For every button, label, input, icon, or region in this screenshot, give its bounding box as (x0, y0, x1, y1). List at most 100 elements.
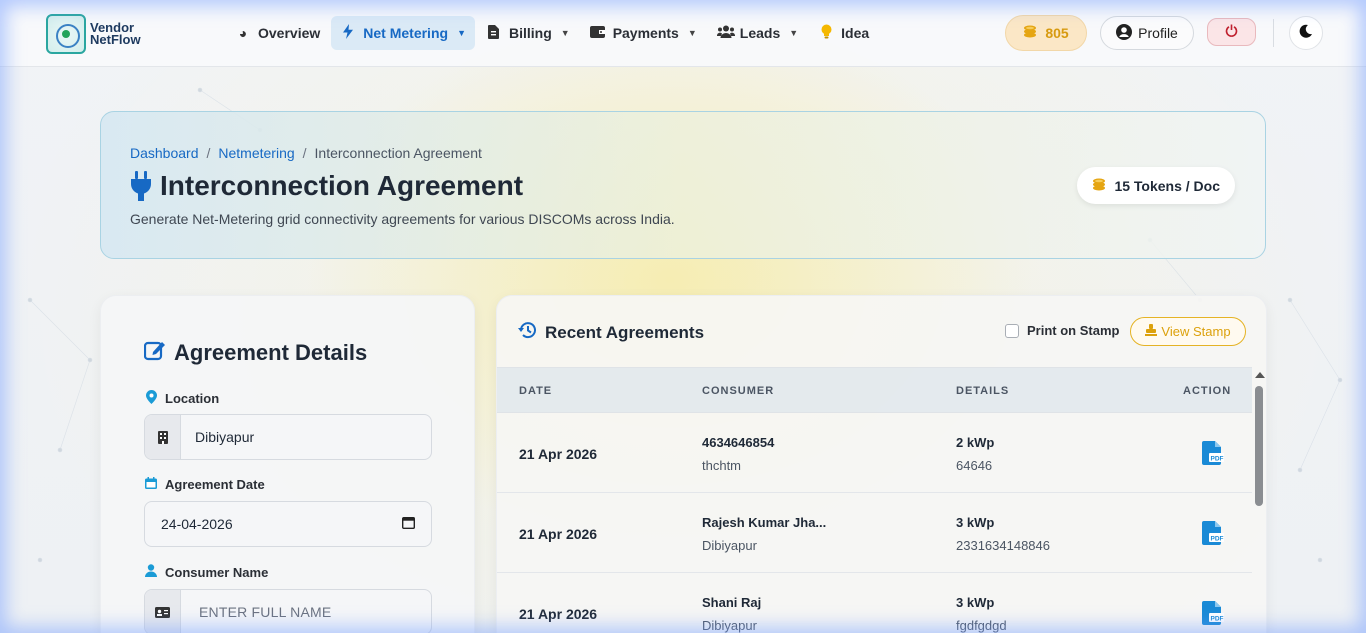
row-reference: 2331634148846 (956, 538, 1050, 553)
nav-idea[interactable]: Idea (809, 16, 878, 50)
agreement-details-card: Agreement Details Location Dibiyapur Agr… (100, 295, 475, 633)
print-on-stamp-toggle[interactable]: Print on Stamp (1005, 323, 1119, 338)
logout-button[interactable] (1207, 18, 1256, 46)
table-row: 21 Apr 2026 Shani Raj Dibiyapur 3 kWp fg… (497, 573, 1252, 633)
row-capacity: 2 kWp (956, 435, 995, 450)
top-navbar: Vendor NetFlow ◕ Overview Net Metering ▼… (0, 0, 1366, 67)
recent-agreements-title: Recent Agreements (518, 321, 704, 344)
print-on-stamp-label: Print on Stamp (1027, 323, 1120, 338)
column-header-date: DATE (519, 385, 553, 397)
nav-billing[interactable]: Billing ▼ (477, 16, 579, 50)
chevron-down-icon: ▼ (789, 28, 799, 38)
moon-icon (1299, 24, 1313, 42)
nav-divider (1273, 19, 1274, 47)
row-date: 21 Apr 2026 (519, 606, 598, 622)
coins-icon (1023, 25, 1037, 41)
id-card-icon (145, 590, 181, 633)
token-balance-badge[interactable]: 805 (1005, 15, 1087, 51)
consumer-name-field[interactable]: ENTER FULL NAME (144, 589, 432, 633)
coins-icon (1092, 178, 1106, 194)
row-capacity: 3 kWp (956, 515, 995, 530)
breadcrumb-current: Interconnection Agreement (314, 145, 482, 161)
row-reference: fgdfgdgd (956, 618, 1007, 633)
table-header: DATE CONSUMER DETAILS ACTION (497, 367, 1252, 413)
stamp-icon (1145, 324, 1158, 339)
nav-net-metering-label: Net Metering (363, 25, 449, 41)
pdf-download-button[interactable]: PDF (1202, 521, 1224, 550)
brand-logo-icon (46, 14, 86, 54)
token-balance-value: 805 (1045, 25, 1069, 41)
edit-icon (143, 339, 166, 367)
table-scrollbar[interactable] (1252, 367, 1266, 633)
building-icon (145, 415, 181, 459)
agreement-date-field[interactable]: 24-04-2026 (144, 501, 432, 547)
nav-idea-label: Idea (841, 25, 870, 41)
brand-line2: NetFlow (90, 32, 141, 47)
nav-overview[interactable]: ◕ Overview (226, 16, 329, 50)
row-consumer-name: 4634646854 (702, 435, 775, 450)
location-label: Location (145, 390, 219, 407)
power-icon (1225, 24, 1238, 40)
svg-text:PDF: PDF (1211, 616, 1224, 623)
breadcrumb: Dashboard / Netmetering / Interconnectio… (130, 145, 482, 161)
nav-payments-label: Payments (612, 25, 679, 41)
user-circle-icon (1116, 23, 1133, 43)
agreement-date-value: 24-04-2026 (161, 516, 233, 532)
consumer-name-label-text: Consumer Name (165, 564, 269, 580)
view-stamp-button[interactable]: View Stamp (1130, 317, 1246, 346)
svg-text:PDF: PDF (1211, 536, 1224, 543)
row-date: 21 Apr 2026 (519, 526, 598, 542)
file-pdf-icon: PDF (1202, 441, 1224, 469)
breadcrumb-netmetering[interactable]: Netmetering (218, 145, 294, 161)
brand-name: Vendor NetFlow (90, 21, 141, 47)
recent-agreements-card: Recent Agreements Print on Stamp View St… (496, 295, 1267, 633)
users-icon (716, 25, 735, 41)
scrollbar-thumb[interactable] (1255, 386, 1263, 506)
location-label-text: Location (165, 391, 220, 406)
nav-payments[interactable]: Payments ▼ (581, 16, 706, 50)
pdf-download-button[interactable]: PDF (1202, 441, 1224, 470)
main-nav: ◕ Overview Net Metering ▼ Billing ▼ Paym… (226, 16, 878, 50)
plug-icon (130, 171, 152, 201)
profile-button[interactable]: Profile (1100, 16, 1194, 50)
calendar-picker-icon[interactable] (401, 516, 416, 532)
chart-pie-icon: ◕ (238, 25, 248, 41)
breadcrumb-dashboard[interactable]: Dashboard (130, 145, 199, 161)
history-icon (518, 321, 537, 344)
chevron-down-icon: ▼ (457, 28, 466, 38)
row-reference: 64646 (956, 458, 993, 473)
chevron-down-icon: ▼ (687, 28, 697, 38)
nav-overview-label: Overview (258, 25, 321, 41)
pdf-download-button[interactable]: PDF (1202, 601, 1224, 630)
theme-toggle-button[interactable] (1289, 16, 1323, 50)
row-details: 2 kWp 64646 (956, 435, 994, 473)
svg-text:PDF: PDF (1211, 456, 1224, 463)
page-title-text: Interconnection Agreement (160, 170, 524, 201)
nav-net-metering[interactable]: Net Metering ▼ (331, 16, 475, 50)
recent-agreements-title-text: Recent Agreements (545, 322, 705, 342)
print-on-stamp-checkbox[interactable] (1005, 323, 1019, 338)
breadcrumb-separator: / (302, 145, 307, 161)
page-header: Dashboard / Netmetering / Interconnectio… (100, 111, 1266, 259)
file-invoice-icon (486, 24, 502, 42)
row-consumer-name: Rajesh Kumar Jha... (702, 515, 827, 530)
lightbulb-icon (818, 24, 834, 42)
nav-leads[interactable]: Leads ▼ (708, 16, 807, 50)
brand[interactable]: Vendor NetFlow (46, 14, 141, 54)
page-subtitle: Generate Net-Metering grid connectivity … (130, 211, 675, 227)
token-cost-text: 15 Tokens / Doc (1114, 177, 1220, 194)
scroll-up-arrow-icon[interactable] (1255, 372, 1265, 378)
file-pdf-icon: PDF (1202, 601, 1224, 629)
row-consumer: Shani Raj Dibiyapur (702, 595, 761, 633)
column-header-action: ACTION (1183, 385, 1232, 397)
column-header-consumer: CONSUMER (702, 385, 775, 397)
location-field[interactable]: Dibiyapur (144, 414, 432, 460)
map-marker-icon (145, 390, 157, 407)
agreement-date-label-text: Agreement Date (165, 477, 265, 492)
row-consumer: 4634646854 thchtm (702, 435, 774, 473)
file-pdf-icon: PDF (1202, 521, 1224, 549)
column-header-details: DETAILS (956, 385, 1010, 397)
view-stamp-label: View Stamp (1161, 324, 1231, 339)
agreement-date-label: Agreement Date (145, 477, 265, 492)
row-consumer-place: thchtm (702, 458, 742, 473)
